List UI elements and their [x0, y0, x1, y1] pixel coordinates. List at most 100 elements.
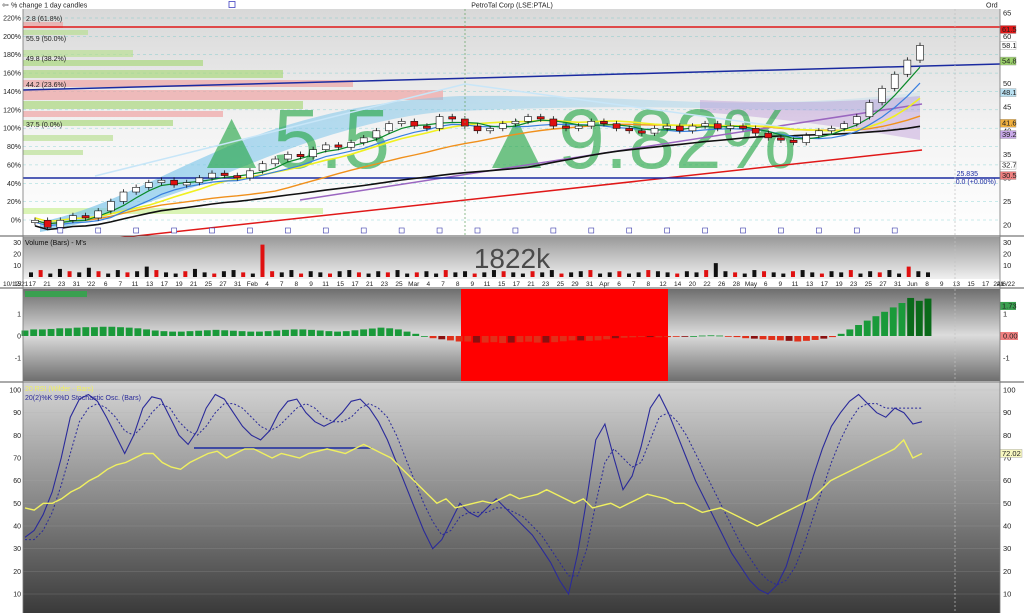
macd-bar	[160, 331, 168, 336]
macd-bar	[464, 336, 472, 342]
macd-bar	[776, 336, 784, 341]
event-marker-icon	[285, 227, 291, 234]
date-label: 9	[471, 281, 475, 288]
macd-bar	[229, 330, 237, 336]
macd-bar	[594, 336, 602, 341]
macd-bar	[47, 328, 55, 336]
date-label: 4	[427, 281, 431, 288]
date-label: 13	[953, 281, 961, 288]
volume-bar	[607, 272, 612, 277]
macd-bar	[412, 333, 420, 336]
candle-up	[524, 116, 532, 122]
candle-up	[347, 142, 355, 148]
macd-bar	[82, 327, 90, 336]
volume-bar	[800, 270, 805, 277]
candle-down	[739, 125, 747, 129]
date-label: 6	[764, 281, 768, 288]
date-label: 20	[689, 281, 697, 288]
price-right-tick: 65	[1003, 9, 1011, 18]
volume-bar	[781, 273, 786, 277]
fib-label: 37.5 (0.0%)	[26, 122, 62, 129]
date-label: 21	[366, 281, 374, 288]
vp-bar	[23, 135, 113, 141]
rsi-last-value: 72.02	[1002, 449, 1021, 458]
volume-bar	[57, 268, 62, 277]
candle-up	[208, 172, 216, 179]
date-label: 31	[894, 281, 902, 288]
date-label: 6	[104, 281, 108, 288]
macd-right-tick: 0.00	[1003, 332, 1018, 341]
date-label: 8	[925, 281, 929, 288]
price-box-label: 58.1	[1002, 41, 1017, 50]
macd-bar	[247, 331, 255, 336]
volume-bar	[385, 272, 390, 277]
volume-bar	[453, 272, 458, 277]
event-marker-icon	[436, 227, 443, 234]
candle-down	[473, 125, 482, 132]
event-marker-icon	[626, 227, 633, 234]
macd-bar	[638, 336, 645, 337]
macd-bar	[533, 336, 541, 343]
fib-label: 44.2 (23.6%)	[26, 82, 66, 89]
volume-bar	[405, 273, 410, 277]
candle-up	[94, 210, 103, 219]
macd-bar	[855, 325, 862, 336]
date-label: 8	[456, 281, 460, 288]
macd-bar	[603, 336, 611, 340]
volume-bar	[221, 271, 226, 277]
macd-bar	[785, 336, 793, 341]
volume-bar	[472, 273, 477, 277]
macd-bar	[750, 336, 758, 339]
date-label: 7	[119, 281, 123, 288]
volume-bar	[858, 273, 863, 277]
candle-down	[675, 125, 684, 132]
candle-up	[650, 128, 659, 134]
macd-left-tick: -1	[15, 356, 21, 363]
candle-up	[435, 116, 444, 129]
nav-arrows-icon[interactable]: ⇦	[2, 1, 9, 10]
candle-down	[713, 123, 722, 129]
price-box-label: 32.7	[1002, 161, 1017, 170]
volume-bar	[308, 271, 313, 277]
macd-bar	[768, 336, 776, 340]
volume-bar	[125, 272, 130, 277]
price-left-tick: 140%	[3, 89, 21, 96]
date-label: 29	[571, 281, 579, 288]
date-label: 25	[865, 281, 873, 288]
macd-bar	[255, 331, 263, 336]
price-left-tick: 220%	[3, 16, 21, 23]
macd-bar	[316, 330, 324, 336]
volume-bar	[540, 272, 545, 277]
event-marker-icon	[209, 227, 215, 234]
volume-bar	[694, 272, 699, 277]
candle-up	[69, 215, 77, 221]
settings-icon[interactable]	[228, 1, 236, 8]
macd-bar	[568, 336, 576, 341]
event-marker-icon	[398, 227, 405, 234]
osc-left-tick: 70	[13, 456, 21, 463]
date-label: 17	[351, 281, 359, 288]
volume-right-tick: 30	[1003, 238, 1011, 247]
macd-bar	[308, 329, 315, 336]
macd-bar	[177, 331, 185, 336]
price-box-label: 48.1	[1002, 88, 1017, 97]
macd-panel: 1 0 -1 1 0.00 -1 1.73	[15, 289, 1018, 381]
event-marker-icon	[95, 227, 102, 234]
candle-down	[233, 175, 242, 179]
osc-right-tick: 40	[1003, 522, 1011, 531]
volume-bar	[260, 244, 265, 277]
event-marker-icon	[57, 227, 64, 234]
macd-bar	[21, 330, 29, 336]
volume-bar	[829, 271, 834, 277]
volume-bar	[270, 271, 275, 277]
event-marker-icon	[512, 227, 519, 234]
macd-bar	[525, 336, 533, 342]
volume-bar	[655, 271, 660, 277]
macd-bar	[290, 329, 298, 336]
macd-bar	[73, 327, 81, 336]
candle-down	[789, 139, 798, 143]
volume-bar	[559, 273, 564, 277]
date-label: May	[745, 281, 758, 288]
macd-bar	[299, 329, 307, 336]
macd-bar	[334, 331, 342, 336]
